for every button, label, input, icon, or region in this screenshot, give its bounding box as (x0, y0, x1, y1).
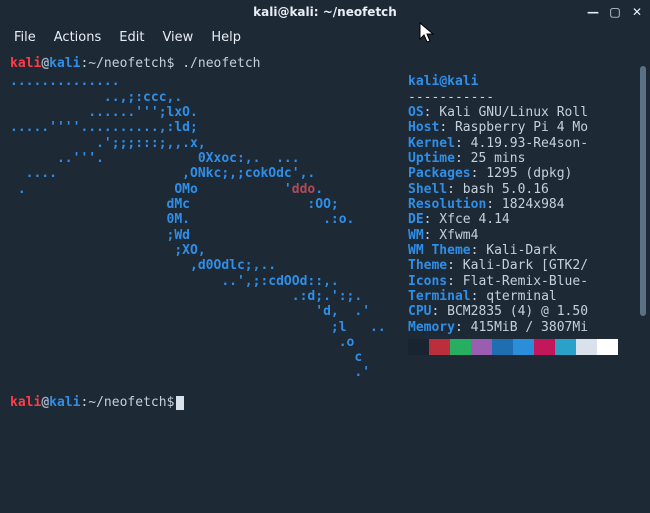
menu-file[interactable]: File (14, 30, 36, 45)
menubar: File Actions Edit View Help (0, 24, 650, 50)
window-title: kali@kali: ~/neofetch (253, 5, 397, 19)
kernel-value: : 4.19.93-Re4son- (455, 136, 588, 151)
prompt-line-2: kali@kali:~/neofetch$ (10, 395, 640, 411)
color-swatch (429, 339, 450, 355)
prompt-host: kali (49, 56, 80, 71)
color-swatch (534, 339, 555, 355)
prompt-line-1: kali@kali:~/neofetch$ ./neofetch (10, 56, 640, 72)
wm-key: WM (408, 228, 424, 243)
terminal-key: Terminal (408, 289, 471, 304)
resolution-key: Resolution (408, 197, 486, 212)
ascii-logo: .............. ..,;:ccc,. ......''';lxO.… (10, 74, 408, 381)
window-controls: — ▢ ✕ (586, 0, 644, 24)
host-value: : Raspberry Pi 4 Mo (439, 120, 588, 135)
color-swatch (513, 339, 534, 355)
resolution-value: : 1824x984 (486, 197, 564, 212)
terminal-value: : qterminal (471, 289, 557, 304)
minimize-button[interactable]: — (586, 5, 600, 19)
os-value: : Kali GNU/Linux Roll (424, 105, 588, 120)
scrollbar[interactable] (640, 66, 646, 316)
de-key: DE (408, 212, 424, 227)
color-swatches (408, 339, 618, 355)
color-swatch (555, 339, 576, 355)
prompt-at: @ (41, 56, 49, 71)
prompt-dollar: $ (167, 56, 175, 71)
terminal[interactable]: kali@kali:~/neofetch$ ./neofetch .......… (0, 50, 650, 513)
terminal-cursor (176, 396, 184, 410)
menu-help[interactable]: Help (211, 30, 241, 45)
wm-value: : Xfwm4 (424, 228, 479, 243)
menu-view[interactable]: View (162, 30, 193, 45)
memory-key: Memory (408, 320, 455, 335)
prompt-path: ~/neofetch (88, 56, 166, 71)
menu-edit[interactable]: Edit (119, 30, 144, 45)
packages-value: : 1295 (dpkg) (471, 166, 573, 181)
neofetch-output: .............. ..,;:ccc,. ......''';lxO.… (10, 74, 640, 381)
color-swatch (450, 339, 471, 355)
titlebar: kali@kali: ~/neofetch — ▢ ✕ (0, 0, 650, 24)
uptime-value: : 25 mins (455, 151, 525, 166)
wmtheme-key: WM Theme (408, 243, 471, 258)
color-swatch (471, 339, 492, 355)
wmtheme-value: : Kali-Dark (471, 243, 557, 258)
icons-key: Icons (408, 274, 447, 289)
shell-key: Shell (408, 182, 447, 197)
close-button[interactable]: ✕ (630, 5, 644, 19)
info-separator: ----------- (408, 90, 494, 105)
icons-value: : Flat-Remix-Blue- (447, 274, 588, 289)
uptime-key: Uptime (408, 151, 455, 166)
os-key: OS (408, 105, 424, 120)
menu-actions[interactable]: Actions (54, 30, 102, 45)
color-swatch (408, 339, 429, 355)
theme-key: Theme (408, 258, 447, 273)
color-swatch (492, 339, 513, 355)
color-swatch (576, 339, 597, 355)
prompt-user: kali (10, 56, 41, 71)
packages-key: Packages (408, 166, 471, 181)
info-userhost: kali@kali (408, 74, 478, 89)
cpu-value: : BCM2835 (4) @ 1.50 (431, 304, 588, 319)
prompt-command: ./neofetch (182, 56, 260, 71)
maximize-button[interactable]: ▢ (608, 5, 622, 19)
shell-value: : bash 5.0.16 (447, 182, 549, 197)
cpu-key: CPU (408, 304, 431, 319)
kernel-key: Kernel (408, 136, 455, 151)
host-key: Host (408, 120, 439, 135)
de-value: : Xfce 4.14 (424, 212, 510, 227)
memory-value: : 415MiB / 3807Mi (455, 320, 588, 335)
theme-value: : Kali-Dark [GTK2/ (447, 258, 588, 273)
system-info: kali@kali ----------- OS: Kali GNU/Linux… (408, 74, 618, 381)
color-swatch (597, 339, 618, 355)
